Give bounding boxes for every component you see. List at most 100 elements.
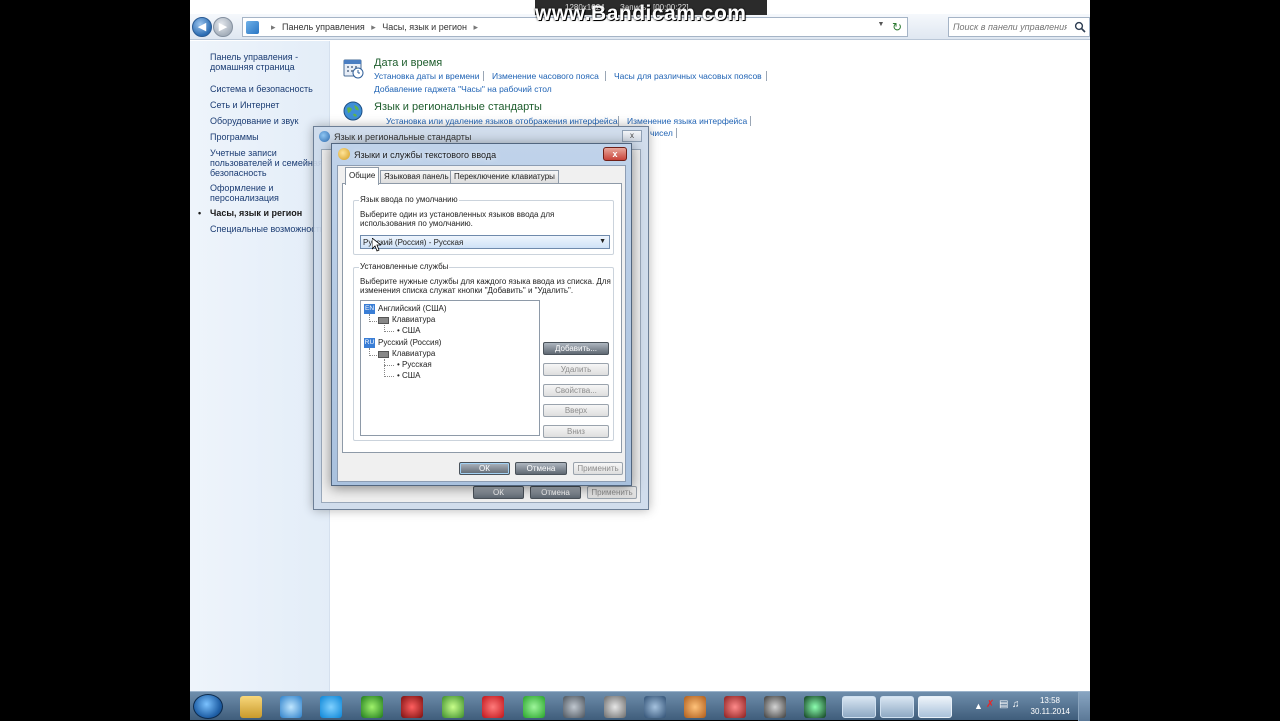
recorder-time: [00:00:22]	[653, 3, 689, 12]
sidebar-item-label: Часы, язык и регион	[210, 208, 303, 218]
link-clock-gadget[interactable]: Добавление гаджета "Часы" на рабочий сто…	[374, 84, 552, 94]
tab-keyboard-switch[interactable]: Переключение клавиатуры	[450, 170, 559, 184]
tree-item-keyboard-en[interactable]: Клавиатура	[392, 315, 435, 324]
game-launcher-icon[interactable]	[361, 696, 383, 718]
media-recorder-icon[interactable]	[401, 696, 423, 718]
tree-item-layout[interactable]: • США	[397, 371, 420, 380]
tree-item-lang-en[interactable]: Английский (США)	[378, 304, 447, 313]
sidebar-item-hardware[interactable]: Оборудование и звук	[210, 116, 328, 126]
sidebar: Панель управления - домашняя страница Си…	[190, 41, 330, 691]
text-services-task[interactable]	[918, 696, 952, 718]
link-set-date-time[interactable]: Установка даты и времени	[374, 71, 480, 81]
default-language-select[interactable]: Русский (Россия) - Русская ▼	[360, 235, 610, 249]
tab-general[interactable]: Общие	[345, 167, 380, 185]
category-datetime-title[interactable]: Дата и время	[374, 57, 442, 69]
skyrim-icon[interactable]	[604, 696, 626, 718]
breadcrumb-control-panel[interactable]: Панель управления	[282, 22, 365, 32]
group-description: Выберите один из установленных языков вв…	[360, 210, 555, 228]
taskbar: ▲ ✗ ▤ ♫ 13:58 30.11.2014	[190, 691, 1090, 721]
torrent-icon[interactable]	[442, 696, 464, 718]
chevron-right-icon: ▸	[271, 22, 276, 32]
network-error-icon[interactable]: ✗	[986, 699, 994, 710]
forward-button[interactable]: ▶	[213, 17, 233, 37]
ok-button[interactable]: ОК	[459, 462, 510, 475]
back-button[interactable]: ◀	[192, 17, 212, 37]
volume-icon[interactable]: ♫	[1012, 699, 1020, 710]
close-button[interactable]: x	[622, 130, 642, 142]
dialog-title: Язык и региональные стандарты	[334, 132, 472, 142]
steam-icon[interactable]	[644, 696, 666, 718]
refresh-icon[interactable]: ↻	[889, 20, 905, 36]
tanks-game-icon[interactable]	[563, 696, 585, 718]
tree-item-keyboard-ru[interactable]: Клавиатура	[392, 349, 435, 358]
link-change-display-language[interactable]: Изменение языка интерфейса	[627, 116, 747, 126]
sidebar-item-network[interactable]: Сеть и Интернет	[210, 100, 328, 110]
recorder-status: Запись	[620, 3, 647, 12]
clock-time[interactable]: 13:58	[1040, 696, 1060, 705]
game-client-icon[interactable]	[804, 696, 826, 718]
sidebar-item-appearance[interactable]: Оформление и персонализация	[210, 183, 328, 203]
move-down-button[interactable]: Вниз	[543, 425, 609, 438]
sidebar-item-security[interactable]: Система и безопасность	[210, 84, 328, 94]
divider	[605, 71, 606, 81]
game-app-icon[interactable]	[724, 696, 746, 718]
cancel-button[interactable]: Отмена	[515, 462, 567, 475]
add-button[interactable]: Добавить...	[543, 342, 609, 355]
link-change-timezone[interactable]: Изменение часового пояса	[492, 71, 599, 81]
arrow-left-icon: ◀	[197, 21, 207, 33]
properties-button[interactable]: Свойства...	[543, 384, 609, 397]
control-panel-task[interactable]	[842, 696, 876, 718]
tree-item-layout[interactable]: • США	[397, 326, 420, 335]
messenger-icon[interactable]	[280, 696, 302, 718]
ok-button[interactable]: ОК	[473, 486, 524, 499]
breadcrumb-clock-region[interactable]: Часы, язык и регион	[382, 22, 467, 32]
tab-language-bar[interactable]: Языковая панель	[380, 170, 453, 184]
link-numbers[interactable]: чисел	[650, 128, 673, 138]
chevron-right-icon: ▸	[473, 22, 479, 32]
sidebar-item-clock-region[interactable]: • Часы, язык и регион	[198, 208, 328, 218]
sidebar-item-accessibility[interactable]: Специальные возможности	[210, 224, 328, 234]
tray-expand-icon[interactable]: ▲	[974, 701, 983, 711]
text-services-dialog: Языки и службы текстового ввода x Общие …	[331, 143, 632, 486]
group-title: Язык ввода по умолчанию	[359, 195, 459, 204]
search-input[interactable]	[951, 20, 1069, 34]
system-tray: ▲ ✗ ▤ ♫ 13:58 30.11.2014	[970, 692, 1090, 721]
tab-panel: Язык ввода по умолчанию Выберите один из…	[342, 183, 622, 453]
link-install-display-languages[interactable]: Установка или удаление языков отображени…	[386, 116, 618, 126]
tree-item-label: США	[402, 371, 421, 380]
show-desktop-button[interactable]	[1078, 692, 1090, 721]
divider	[750, 116, 751, 126]
chevron-down-icon[interactable]: ▼	[875, 21, 887, 33]
remove-button[interactable]: Удалить	[543, 363, 609, 376]
sidebar-item-accounts[interactable]: Учетные записи пользователей и семейная …	[210, 148, 328, 178]
start-button[interactable]	[193, 694, 223, 719]
region-settings-task[interactable]	[880, 696, 914, 718]
category-region-title[interactable]: Язык и региональные стандарты	[374, 101, 542, 113]
search-icon[interactable]	[1074, 21, 1086, 33]
lang-badge-ru: RU	[364, 338, 375, 348]
counter-strike-icon[interactable]	[684, 696, 706, 718]
lang-badge-en: EN	[364, 304, 375, 314]
services-tree[interactable]: EN Английский (США) Клавиатура • США RU …	[360, 300, 540, 436]
recorder-resolution: 1280x1024	[565, 3, 605, 12]
move-up-button[interactable]: Вверх	[543, 404, 609, 417]
tree-item-lang-ru[interactable]: Русский (Россия)	[378, 338, 441, 347]
yandex-browser-icon[interactable]	[482, 696, 504, 718]
cancel-button[interactable]: Отмена	[530, 486, 581, 499]
close-button[interactable]: x	[603, 147, 627, 161]
clock-date[interactable]: 30.11.2014	[1031, 707, 1070, 716]
sidebar-item-programs[interactable]: Программы	[210, 132, 328, 142]
network-icon[interactable]: ▤	[999, 699, 1008, 710]
tree-item-layout[interactable]: • Русская	[397, 360, 432, 369]
search-box[interactable]	[948, 17, 1090, 37]
apply-button[interactable]: Применить	[573, 462, 623, 475]
skype-icon[interactable]	[320, 696, 342, 718]
keyboard-icon	[378, 351, 389, 358]
link-multiple-clocks[interactable]: Часы для различных часовых поясов	[614, 71, 762, 81]
mail-agent-icon[interactable]	[523, 696, 545, 718]
apply-button[interactable]: Применить	[587, 486, 637, 499]
sidebar-item-home[interactable]: Панель управления - домашняя страница	[210, 52, 328, 72]
call-of-duty-icon[interactable]	[764, 696, 786, 718]
folder-icon[interactable]	[240, 696, 262, 718]
tree-line	[384, 376, 394, 377]
